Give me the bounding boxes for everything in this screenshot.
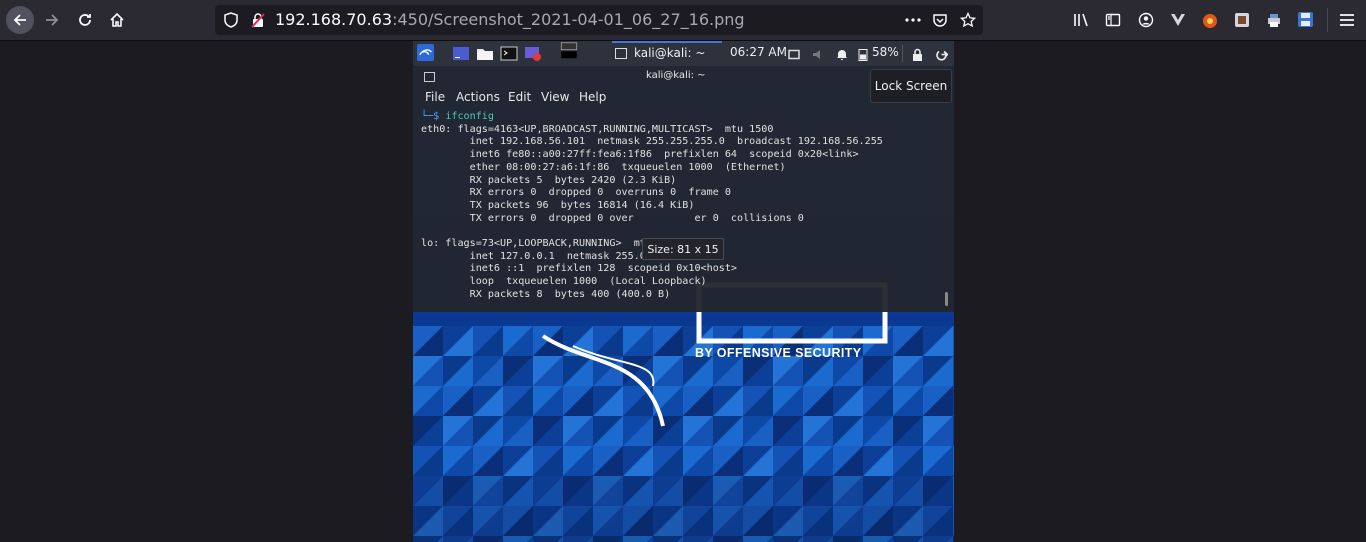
shell-prompt: └─$ <box>421 111 446 122</box>
url-text[interactable]: 192.168.70.63:450/Screenshot_2021-04-01_… <box>275 10 745 29</box>
output-line: inet6 fe80::a00:27ff:fea6:1f86 prefixlen… <box>469 149 859 161</box>
shield-icon[interactable] <box>224 12 238 28</box>
output-line: inet 127.0.0.1 netmask 255.0.0.0 <box>469 250 671 262</box>
resize-size-tooltip: Size: 81 x 15 <box>642 238 724 260</box>
vue-devtools-icon[interactable] <box>1170 12 1186 28</box>
terminal-scrollbar[interactable] <box>945 292 948 306</box>
output-line: RX errors 0 dropped 0 overruns 0 frame 0 <box>469 187 731 199</box>
sidebar-icon[interactable] <box>1105 12 1121 28</box>
output-line: eth0: flags=4163<UP,BROADCAST,RUNNING,MU… <box>421 123 774 135</box>
wallpaper-triangle <box>953 416 954 446</box>
wallpaper-triangle <box>953 326 954 356</box>
kali-menu-icon[interactable] <box>416 44 435 61</box>
insecure-lock-icon[interactable] <box>250 12 266 28</box>
file-manager-icon[interactable] <box>476 45 494 62</box>
url-bar[interactable]: 192.168.70.63:450/Screenshot_2021-04-01_… <box>215 5 983 35</box>
output-line: RX packets 5 bytes 2420 (2.3 KiB) <box>469 174 677 186</box>
arrow-right-icon <box>46 14 59 26</box>
display-icon[interactable] <box>788 47 800 64</box>
menu-file[interactable]: File <box>425 90 445 104</box>
more-dots-icon[interactable] <box>905 18 921 22</box>
terminal-window-icon <box>615 48 627 59</box>
extension-fox-icon[interactable] <box>1201 11 1219 29</box>
wallpaper-triangle <box>953 506 954 536</box>
arrow-left-icon <box>13 14 26 26</box>
menu-edit[interactable]: Edit <box>508 90 531 104</box>
battery-percent: 58% <box>872 45 899 59</box>
menu-view[interactable]: View <box>541 90 569 104</box>
hamburger-menu-icon[interactable] <box>1340 13 1354 27</box>
reload-button[interactable] <box>71 6 99 34</box>
lock-screen-tooltip: Lock Screen <box>870 69 952 103</box>
image-viewport: BY OFFENSIVE SECURITY kali@kali: ~ 06:27… <box>0 41 1366 542</box>
toolbar-separator <box>1327 8 1328 32</box>
library-icon[interactable] <box>1073 12 1091 28</box>
battery-icon[interactable] <box>858 46 868 63</box>
volume-icon[interactable] <box>812 46 825 63</box>
command-output: eth0: flags=4163<UP,BROADCAST,RUNNING,MU… <box>421 124 883 300</box>
show-desktop-icon[interactable] <box>452 45 470 62</box>
output-line: TX packets 96 bytes 16814 (16.4 KiB) <box>469 199 695 211</box>
browser-toolbar: 192.168.70.63:450/Screenshot_2021-04-01_… <box>0 0 1366 41</box>
screenshot-image: BY OFFENSIVE SECURITY kali@kali: ~ 06:27… <box>413 41 954 542</box>
forward-button[interactable] <box>38 6 66 34</box>
wallpaper-triangle <box>953 446 954 476</box>
notification-bell-icon[interactable] <box>836 46 848 63</box>
wallpaper-triangle <box>953 356 954 386</box>
extension-save-icon[interactable] <box>1297 11 1314 28</box>
wallpaper-triangle <box>953 536 954 542</box>
output-line: inet 192.168.56.101 netmask 255.255.255.… <box>469 136 883 148</box>
browser-launcher-icon[interactable] <box>524 45 542 62</box>
workspace-switcher-icon[interactable] <box>558 42 580 59</box>
terminal-output[interactable]: └─$ ifconfig eth0: flags=4163<UP,BROADCA… <box>421 111 883 302</box>
reload-icon <box>79 14 91 26</box>
taskbar-window-title: kali@kali: ~ <box>634 46 706 60</box>
menu-help[interactable]: Help <box>579 90 606 104</box>
account-icon[interactable] <box>1138 12 1154 28</box>
terminal-launcher-icon[interactable] <box>500 45 518 62</box>
taskbar-window-button[interactable]: kali@kali: ~ <box>612 41 722 66</box>
home-button[interactable] <box>103 6 131 34</box>
wallpaper-triangle <box>953 386 954 416</box>
panel-separator <box>902 45 903 62</box>
output-line: ether 08:00:27:a6:1f:86 txqueuelen 1000 … <box>469 161 786 173</box>
bookmark-star-icon[interactable] <box>960 12 976 28</box>
panel-clock[interactable]: 06:27 AM <box>730 45 787 59</box>
shell-command: ifconfig <box>445 111 494 122</box>
extension-screenshot-icon[interactable] <box>1234 12 1250 28</box>
extension-printer-icon[interactable] <box>1266 12 1282 28</box>
menu-actions[interactable]: Actions <box>456 90 500 104</box>
logout-icon[interactable] <box>935 46 948 63</box>
url-host: 192.168.70.63 <box>275 10 393 29</box>
output-line: loop txqueuelen 1000 (Local Loopback) <box>469 276 707 288</box>
output-line: TX errors 0 dropped 0 over er 0 collisio… <box>469 212 804 224</box>
output-line: inet6 ::1 prefixlen 128 scopeid 0x10<hos… <box>469 263 738 275</box>
url-path: :450/Screenshot_2021-04-01_06_27_16.png <box>392 10 745 29</box>
home-icon <box>110 12 124 27</box>
back-button[interactable] <box>6 6 34 34</box>
wallpaper-tagline: BY OFFENSIVE SECURITY <box>695 346 862 360</box>
terminal-title: kali@kali: ~ <box>646 70 706 81</box>
pocket-icon[interactable] <box>932 12 948 28</box>
kali-top-panel: kali@kali: ~ 06:27 AM 58% <box>413 41 954 66</box>
terminal-window-icon <box>424 72 435 82</box>
terminal-window[interactable]: kali@kali: ~ File Actions Edit View Help… <box>413 66 954 312</box>
output-line: RX packets 8 bytes 400 (400.0 B) <box>421 288 671 300</box>
wallpaper-triangle <box>953 476 954 506</box>
lock-icon[interactable] <box>912 46 923 63</box>
